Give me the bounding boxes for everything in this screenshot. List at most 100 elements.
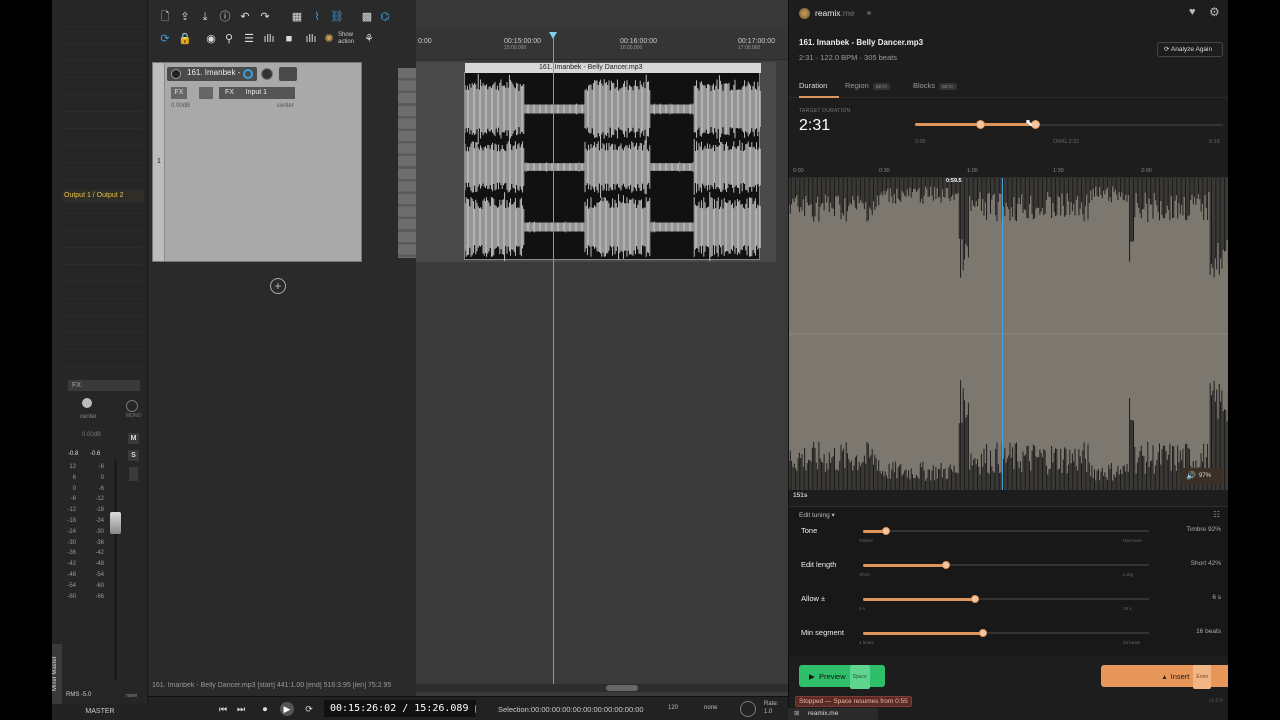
- output-routing[interactable]: Output 1 / Output 2: [62, 190, 144, 202]
- media-item-waveform: [465, 73, 761, 261]
- group-icon[interactable]: ⌬: [378, 10, 392, 24]
- slider-min-label: 4 beats: [859, 640, 874, 645]
- preview-button[interactable]: ▶ Preview Space: [799, 665, 885, 689]
- scale-tick: -60: [67, 593, 76, 600]
- horizontal-scroll-thumb[interactable]: [606, 685, 638, 691]
- selection-readout[interactable]: Selection:00:00:00:00:00:00:00:00:00:00:…: [498, 705, 644, 714]
- go-start-icon[interactable]: ⏮: [216, 702, 230, 716]
- screen: Output 1 / Output 2 FX center MONO 0.00d…: [0, 0, 1280, 720]
- track-name[interactable]: 161. Imanbek -: [187, 68, 240, 77]
- reamix-icon[interactable]: ✺: [322, 32, 336, 46]
- horizontal-scrollbar[interactable]: [416, 684, 788, 692]
- record-arm-button[interactable]: [171, 69, 181, 79]
- redo-icon[interactable]: ↷: [258, 10, 272, 24]
- dancer-icon[interactable]: ⚘: [362, 32, 376, 46]
- scale-tick: -60: [95, 582, 104, 589]
- analyze-again-button[interactable]: ⟳ Analyze Again: [1157, 42, 1223, 57]
- spectrum-icon[interactable]: ıllı: [304, 32, 318, 46]
- record-icon[interactable]: ⏺: [258, 702, 272, 716]
- insert-button[interactable]: ▴ Insert Enter: [1101, 665, 1228, 689]
- lock-icon[interactable]: 🔒: [178, 32, 192, 46]
- broadcast-icon[interactable]: ◉: [204, 32, 218, 46]
- open-icon[interactable]: ⇪: [178, 10, 192, 24]
- scale-tick: 0: [100, 474, 104, 481]
- close-icon[interactable]: ⊠: [794, 708, 799, 720]
- master-pan-knob[interactable]: [82, 398, 92, 408]
- volume-badge[interactable]: 🔊 97%: [1181, 468, 1223, 484]
- sync-readout[interactable]: none: [704, 705, 717, 711]
- rate-readout[interactable]: Rate: 1.0: [764, 700, 778, 716]
- meter-toggle[interactable]: [129, 467, 138, 481]
- track-pan-knob[interactable]: [261, 68, 273, 80]
- mono-button[interactable]: [126, 400, 138, 412]
- arrange-view[interactable]: 0:00 00:15:00:00 15:00.000 00:16:00:00 16:…: [416, 0, 1146, 720]
- speaker-icon: 🔊: [1186, 471, 1196, 480]
- media-item[interactable]: 161. Imanbek - Belly Dancer.mp3: [464, 63, 761, 261]
- tempo-knob[interactable]: [740, 701, 756, 717]
- tab-blocks[interactable]: Blocks BETA: [913, 81, 957, 90]
- reamix-waveform[interactable]: [789, 178, 1228, 490]
- mixer-master-tab[interactable]: Mixer Master: [52, 644, 62, 704]
- loop-icon[interactable]: ⟳: [158, 32, 172, 46]
- master-solo-button[interactable]: S: [128, 450, 139, 461]
- track-volume-readout: 0.00dB: [171, 103, 191, 109]
- master-mute-button[interactable]: M: [128, 433, 139, 444]
- waveform-icon[interactable]: ıllı: [262, 32, 276, 46]
- link-icon[interactable]: ⛓: [330, 10, 344, 24]
- mixer-master: Output 1 / Output 2 FX center MONO 0.00d…: [52, 0, 148, 720]
- slider-track[interactable]: [863, 530, 1149, 532]
- bpm-readout[interactable]: 120: [668, 705, 678, 711]
- master-pan-label: center: [80, 414, 97, 420]
- track-fx-button[interactable]: FX: [171, 87, 187, 99]
- track-1[interactable]: 161. Imanbek - FX FX Input 1 0.00dB cent…: [152, 62, 362, 262]
- playhead: [553, 38, 554, 684]
- scale-tick: -12: [95, 496, 104, 503]
- gear-icon[interactable]: ⚙: [1209, 5, 1220, 19]
- media-item-name[interactable]: 161. Imanbek - Belly Dancer.mp3: [465, 63, 761, 73]
- slider-label: Min segment: [801, 628, 844, 637]
- sliders-icon[interactable]: ☷: [1213, 510, 1220, 519]
- track-number: 1: [157, 158, 161, 165]
- scale-tick: 6: [72, 474, 76, 481]
- info-icon[interactable]: ⓘ: [218, 10, 232, 24]
- track-input-select[interactable]: FX Input 1: [219, 87, 295, 99]
- grid-icon[interactable]: ▦: [290, 10, 304, 24]
- save-icon[interactable]: ⤓: [198, 10, 212, 24]
- reamix-window-tab[interactable]: ⊠ reamix.me: [788, 708, 878, 720]
- song-meta: 2:31 · 122.0 BPM · 305 beats: [799, 53, 897, 62]
- timeline-ruler[interactable]: 0:00 00:15:00:00 15:00.000 00:16:00:00 16:…: [416, 30, 788, 60]
- new-project-icon[interactable]: 🗋: [158, 10, 172, 24]
- search-icon[interactable]: ⚲: [222, 32, 236, 46]
- waveform-cursor[interactable]: [1002, 178, 1003, 490]
- envelope-button[interactable]: [199, 87, 213, 99]
- play-icon[interactable]: ▶: [280, 702, 294, 716]
- heart-icon[interactable]: ♥: [1189, 6, 1196, 18]
- slider-min-label: Timbre: [859, 538, 873, 543]
- slider-value: 16 beats: [1196, 628, 1221, 635]
- slider-fill: [863, 563, 946, 567]
- add-track-button[interactable]: +: [270, 278, 286, 294]
- track-meter-icon[interactable]: [279, 67, 297, 81]
- tile-icon[interactable]: ▩: [360, 10, 374, 24]
- slider-thumb[interactable]: [941, 561, 950, 569]
- list-icon[interactable]: ☰: [242, 32, 256, 46]
- time-display[interactable]: 00:15:26:02 / 15:26.089 [Stoppe: [324, 700, 476, 717]
- track-volume-knob[interactable]: [243, 69, 253, 79]
- go-end-icon[interactable]: ⏭: [234, 702, 248, 716]
- undo-icon[interactable]: ↶: [238, 10, 252, 24]
- mouse-cursor-icon: ⬉: [1025, 118, 1034, 129]
- edit-tuning-toggle[interactable]: Edit tuning ▾: [799, 511, 835, 519]
- tab-region[interactable]: Region BETA: [845, 81, 891, 90]
- duration-slider-thumb[interactable]: [975, 120, 985, 129]
- tab-duration[interactable]: Duration: [799, 81, 827, 90]
- master-fx-button[interactable]: FX: [68, 380, 140, 391]
- ripple-icon[interactable]: ⌇: [310, 10, 324, 24]
- slider-thumb[interactable]: [881, 527, 890, 535]
- show-action-label[interactable]: Show action: [338, 32, 354, 46]
- wave-tick: 2:00: [1141, 168, 1152, 174]
- master-fader[interactable]: [110, 512, 121, 534]
- scale-tick: -6: [98, 485, 104, 492]
- repeat-icon[interactable]: ⟳: [302, 702, 316, 716]
- slider-thumb[interactable]: [970, 595, 979, 603]
- square-icon[interactable]: ■: [282, 32, 296, 46]
